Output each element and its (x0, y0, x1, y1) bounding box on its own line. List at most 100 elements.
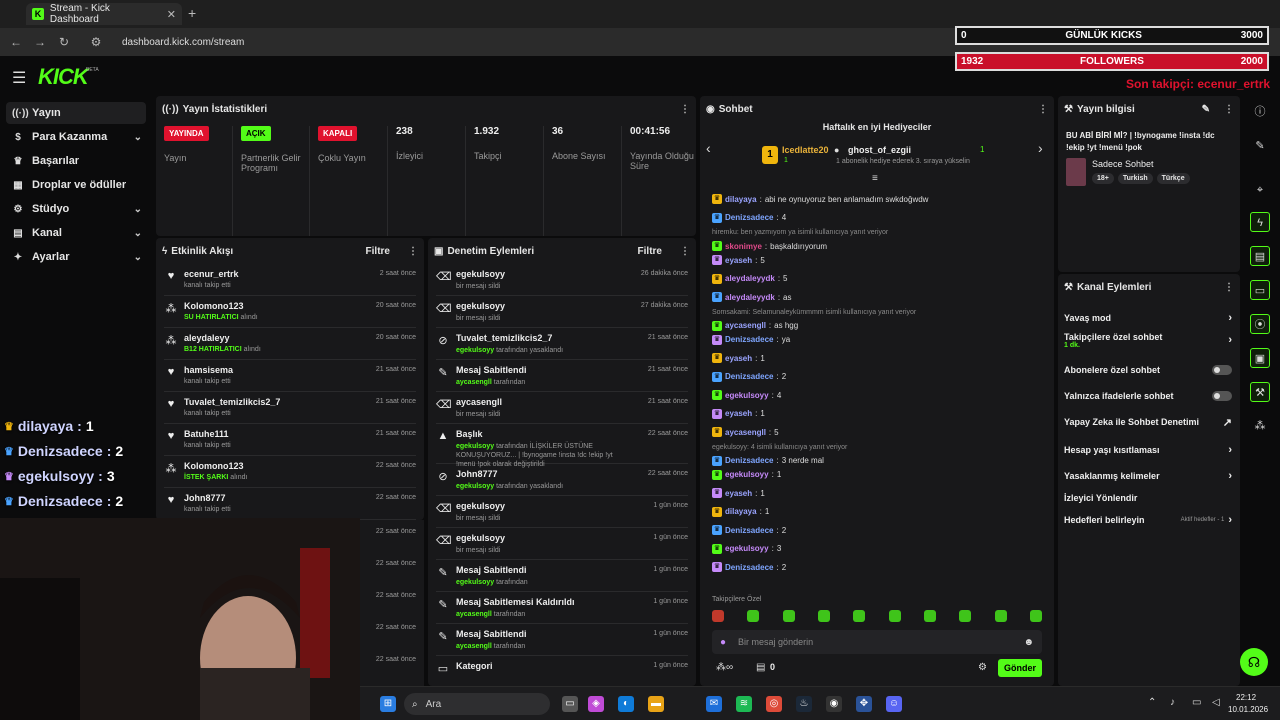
channel-action-item[interactable]: Hedefleri belirleyin Aktif hedefler - 1 › (1064, 512, 1232, 528)
chat-input[interactable]: Bir mesaj gönderin (738, 637, 813, 647)
emoji-icon[interactable]: ☻ (1023, 637, 1034, 648)
emote-icon[interactable] (994, 610, 1007, 622)
discord-icon[interactable]: ☺ (886, 696, 902, 712)
chat-username[interactable]: aycasengll (725, 321, 766, 330)
moderation-user[interactable]: egekulsoyy (456, 347, 494, 354)
clock-time[interactable]: 22:12 (1236, 693, 1256, 702)
chat-username[interactable]: egekulsoyy (725, 391, 769, 400)
filter-button[interactable]: Filtre (638, 246, 662, 257)
moderation-title[interactable]: Tuvalet_temizlikcis2_7 (456, 333, 552, 343)
category-name[interactable]: Sadece Sohbet (1092, 159, 1154, 169)
copilot-icon[interactable]: ◈ (588, 696, 604, 712)
activity-username[interactable]: hamsisema (184, 365, 233, 375)
moderation-title[interactable]: Başlık (456, 429, 483, 439)
file-explorer-icon[interactable]: ▬ (648, 696, 664, 712)
chat-username[interactable]: aycasengll (725, 428, 766, 437)
shield-icon[interactable]: ▣ (1250, 348, 1270, 368)
moderation-user[interactable]: egekulsoyy (456, 579, 494, 586)
wrench-icon[interactable]: ⚒ (1250, 382, 1270, 402)
mic-icon[interactable]: ♪ (1170, 697, 1175, 708)
chevron-right-icon[interactable]: › (1038, 140, 1043, 156)
channel-action-item[interactable]: Yalnızca ifadelerle sohbet (1064, 388, 1232, 404)
app-icon[interactable]: ✥ (856, 696, 872, 712)
toggle-switch[interactable] (1212, 391, 1232, 401)
windows-start-icon[interactable]: ⊞ (380, 696, 396, 712)
tag[interactable]: Turkish (1117, 173, 1153, 184)
sidebar-item-studyo[interactable]: ⚙ Stüdyo ⌄ (6, 198, 146, 220)
emote-icon[interactable] (888, 610, 901, 622)
chat-username[interactable]: egekulsoyy (725, 470, 769, 479)
channel-action-item[interactable]: Abonelere özel sohbet (1064, 362, 1232, 378)
chat-username[interactable]: aleydaleyydk (725, 274, 775, 283)
sidebar-item-basarilar[interactable]: ♛ Başarılar (6, 150, 146, 172)
channel-action-item[interactable]: Yapay Zeka ile Sohbet Denetimi ↗ (1064, 414, 1232, 430)
moderation-title[interactable]: egekulsoyy (456, 301, 505, 311)
site-info-icon[interactable]: ⚙ (84, 35, 108, 49)
chat-username[interactable]: skonimye (725, 242, 762, 251)
chat-username[interactable]: dilayaya (725, 507, 757, 516)
moderation-user[interactable]: egekulsoyy (456, 443, 494, 450)
tag[interactable]: 18+ (1092, 173, 1114, 184)
collapse-icon[interactable]: ≡ (872, 173, 878, 184)
edge-icon[interactable]: ◐ (618, 696, 634, 712)
send-button[interactable]: Gönder (998, 659, 1042, 677)
obs-icon[interactable]: ◉ (826, 696, 842, 712)
spotify-icon[interactable]: ≋ (736, 696, 752, 712)
tag[interactable]: Türkçe (1156, 173, 1190, 184)
sidebar-item-ayarlar[interactable]: ✦ Ayarlar ⌄ (6, 246, 146, 268)
new-tab-button[interactable]: + (188, 5, 196, 21)
clock-date[interactable]: 10.01.2026 (1228, 705, 1268, 714)
moderation-title[interactable]: John8777 (456, 469, 498, 479)
chat-username[interactable]: eyaseh (725, 256, 752, 265)
chevron-left-icon[interactable]: ‹ (706, 140, 711, 156)
toggle-switch[interactable] (1212, 365, 1232, 375)
tray-chevron-icon[interactable]: ⌃ (1148, 697, 1156, 708)
chat-username[interactable]: Denizsadece (725, 563, 773, 572)
chat-icon[interactable]: ▭ (1250, 280, 1270, 300)
channel-action-item[interactable]: Yasaklanmış kelimeler › (1064, 468, 1232, 484)
chat-username[interactable]: Denizsadece (725, 456, 773, 465)
url-field[interactable]: dashboard.kick.com/stream (122, 37, 244, 48)
emote-icon[interactable] (853, 610, 866, 622)
more-icon[interactable]: ⋮ (1224, 104, 1234, 115)
sidebar-item-yayin[interactable]: ((·)) Yayın (6, 102, 146, 124)
moderation-title[interactable]: Mesaj Sabitlemesi Kaldırıldı (456, 597, 575, 607)
moderation-user[interactable]: aycasengll (456, 379, 492, 386)
channel-action-item[interactable]: Yavaş mod › (1064, 310, 1232, 326)
emote-icon[interactable] (1029, 610, 1042, 622)
moderation-title[interactable]: Mesaj Sabitlendi (456, 565, 527, 575)
channel-action-item[interactable]: İzleyici Yönlendir (1064, 490, 1232, 506)
chat-username[interactable]: Denizsadece (725, 526, 773, 535)
moderation-user[interactable]: aycasengll (456, 643, 492, 650)
chat-settings-icon[interactable]: ⚙ (978, 662, 987, 673)
emote-icon[interactable] (817, 610, 830, 622)
browser-tab[interactable]: K Stream - Kick Dashboard ✕ (26, 3, 182, 25)
emote-icon[interactable] (747, 610, 760, 622)
chat-username[interactable]: eyaseh (725, 354, 752, 363)
more-icon[interactable]: ⋮ (680, 246, 690, 257)
task-view-icon[interactable]: ▭ (562, 696, 578, 712)
chat-input-box[interactable]: ● Bir mesaj gönderin ☻ (712, 630, 1042, 654)
emote-icon[interactable] (712, 610, 724, 622)
chat-username[interactable]: Denizsadece (725, 213, 773, 222)
moderation-title[interactable]: aycasengll (456, 397, 502, 407)
activity-username[interactable]: Kolomono123 (184, 461, 244, 471)
emote-icon[interactable] (923, 610, 936, 622)
activity-username[interactable]: John8777 (184, 493, 226, 503)
moderation-title[interactable]: egekulsoyy (456, 533, 505, 543)
chat-username[interactable]: Denizsadece (725, 335, 773, 344)
activity-username[interactable]: aleydaleyy (184, 333, 230, 343)
activity-username[interactable]: Kolomono123 (184, 301, 244, 311)
moderation-user[interactable]: egekulsoyy (456, 483, 494, 490)
forward-icon[interactable]: → (28, 35, 52, 49)
channel-points-icon[interactable]: ⁂∞ (716, 662, 733, 673)
broadcast-icon[interactable]: ⦿ (1250, 314, 1270, 334)
moderation-title[interactable]: egekulsoyy (456, 269, 505, 279)
info-icon[interactable]: ⓘ (1250, 102, 1270, 122)
chrome-icon[interactable]: ◎ (766, 696, 782, 712)
channel-action-item[interactable]: Takipçilere özel sohbet 1 dk. › (1064, 332, 1232, 349)
channel-action-item[interactable]: Hesap yaşı kısıtlaması › (1064, 442, 1232, 458)
volume-icon[interactable]: ◁ (1212, 697, 1220, 708)
more-icon[interactable]: ⋮ (1038, 104, 1048, 115)
activity-username[interactable]: ecenur_ertrk (184, 269, 239, 279)
